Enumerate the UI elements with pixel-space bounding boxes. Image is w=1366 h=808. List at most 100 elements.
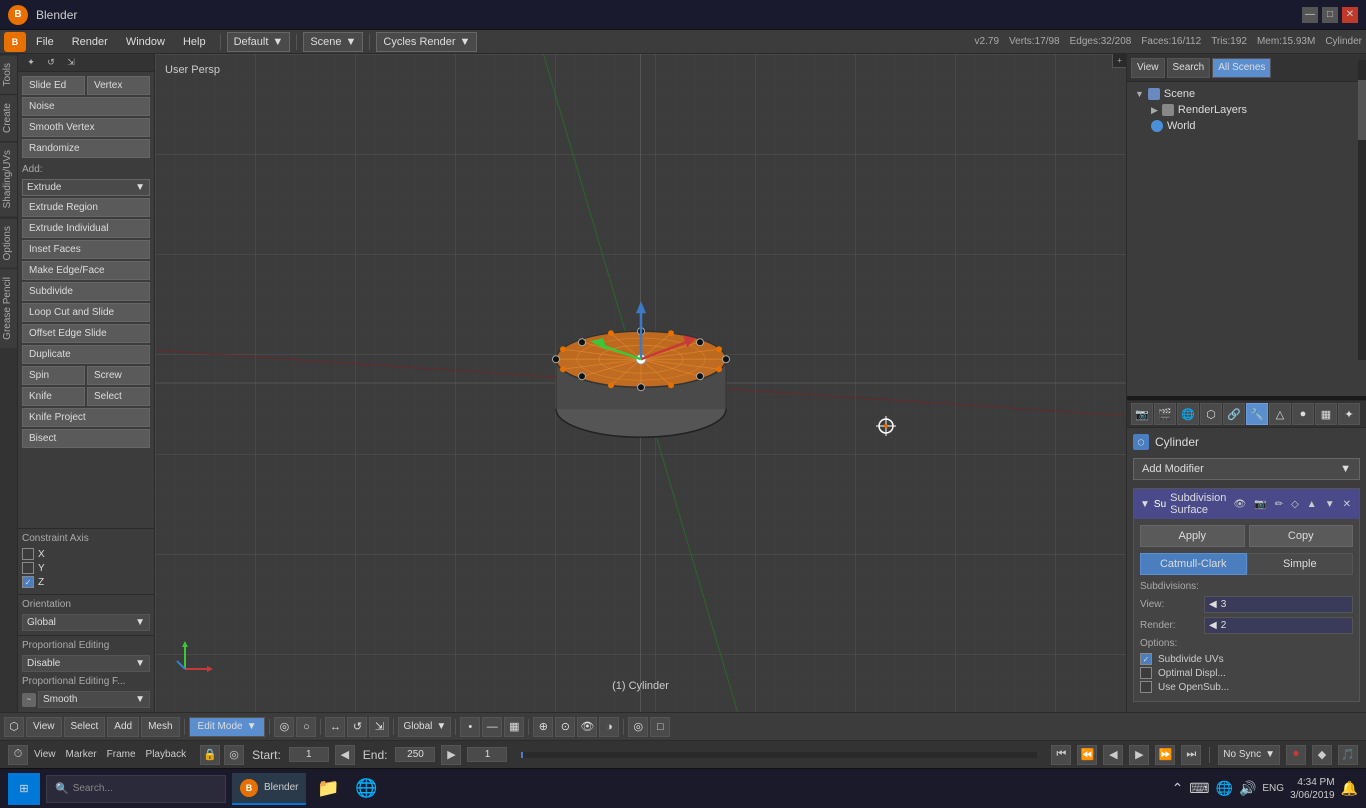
modifier-up-button[interactable]: ▲ bbox=[1305, 499, 1319, 510]
close-button[interactable]: ✕ bbox=[1342, 7, 1358, 23]
select-button-vp[interactable]: Select bbox=[64, 717, 106, 737]
modifier-delete-button[interactable]: ✕ bbox=[1341, 499, 1353, 510]
next-frame-icon[interactable]: ▶ bbox=[441, 745, 461, 765]
jump-end-icon[interactable]: ⏭ bbox=[1181, 745, 1201, 765]
view-button[interactable]: View bbox=[1131, 58, 1165, 78]
bisect-button[interactable]: Bisect bbox=[22, 429, 150, 448]
start-button[interactable]: ⊞ bbox=[8, 773, 40, 805]
noise-button[interactable]: Noise bbox=[22, 97, 150, 116]
catmull-clark-tab[interactable]: Catmull-Clark bbox=[1140, 553, 1247, 575]
subdivide-uvs-checkbox[interactable]: ✓ bbox=[1140, 653, 1152, 665]
frame-btn[interactable]: Frame bbox=[107, 749, 136, 760]
keyboard-icon[interactable]: ⌨ bbox=[1189, 780, 1209, 797]
mesh-button[interactable]: Mesh bbox=[141, 717, 179, 737]
pivot-icon[interactable]: ◎ bbox=[274, 717, 294, 737]
scene-item-world[interactable]: World bbox=[1131, 118, 1362, 134]
render-engine-dropdown[interactable]: Cycles Render ▼ bbox=[376, 32, 477, 52]
knife-project-button[interactable]: Knife Project bbox=[22, 408, 150, 427]
scene-item-render-layers[interactable]: ▶ RenderLayers bbox=[1131, 102, 1362, 118]
menu-window[interactable]: Window bbox=[118, 34, 173, 50]
taskbar-explorer[interactable]: 📁 bbox=[312, 773, 344, 805]
screw-button[interactable]: Screw bbox=[87, 366, 150, 385]
scale-icon[interactable]: ⇲ bbox=[62, 54, 80, 72]
play-reverse-icon[interactable]: ◀ bbox=[1103, 745, 1123, 765]
randomize-button[interactable]: Randomize bbox=[22, 139, 150, 158]
modifier-down-button[interactable]: ▼ bbox=[1323, 499, 1337, 510]
data-props-icon[interactable]: △ bbox=[1269, 403, 1291, 425]
snap-icon[interactable]: ⊕ bbox=[533, 717, 553, 737]
taskbar-search[interactable]: 🔍 Search... bbox=[46, 775, 226, 803]
play-icon[interactable]: ▶ bbox=[1129, 745, 1149, 765]
proportional2-icon[interactable]: ⊙ bbox=[555, 717, 575, 737]
vertex-button[interactable]: Vertex bbox=[87, 76, 150, 95]
simple-tab[interactable]: Simple bbox=[1247, 553, 1354, 575]
taskbar-blender[interactable]: B Blender bbox=[232, 773, 306, 805]
viewport[interactable]: User Persp bbox=[155, 54, 1126, 712]
transform-icon[interactable]: ↔ bbox=[325, 717, 345, 737]
keyframe-icon[interactable]: ◆ bbox=[1312, 745, 1332, 765]
render-field-value[interactable]: ◀ 2 bbox=[1204, 617, 1353, 634]
rotate-icon[interactable]: ↺ bbox=[42, 54, 60, 72]
sidebar-tab-shading[interactable]: Shading/UVs bbox=[0, 141, 17, 216]
scale-icon[interactable]: ⇲ bbox=[369, 717, 389, 737]
scrollbar-thumb[interactable] bbox=[1358, 80, 1366, 140]
next-keyframe-icon[interactable]: ⏩ bbox=[1155, 745, 1175, 765]
sidebar-tab-tools[interactable]: Tools bbox=[0, 54, 17, 94]
make-edge-face-button[interactable]: Make Edge/Face bbox=[22, 261, 150, 280]
proportional-icon[interactable]: ○ bbox=[296, 717, 316, 737]
xray-icon[interactable]: □ bbox=[650, 717, 670, 737]
particles-props-icon[interactable]: ✦ bbox=[1338, 403, 1360, 425]
constraint-props-icon[interactable]: 🔗 bbox=[1223, 403, 1245, 425]
marker-btn[interactable]: Marker bbox=[66, 749, 97, 760]
use-opensub-checkbox[interactable] bbox=[1140, 681, 1152, 693]
audio-icon[interactable]: 🎵 bbox=[1338, 745, 1358, 765]
all-scenes-button[interactable]: All Scenes bbox=[1212, 58, 1271, 78]
scene-props-icon[interactable]: 🎬 bbox=[1154, 403, 1176, 425]
anim-icon[interactable]: ◎ bbox=[224, 745, 244, 765]
scene-item-scene[interactable]: ▼ Scene bbox=[1131, 86, 1362, 102]
record-icon[interactable]: ⏺ bbox=[1286, 745, 1306, 765]
timeline-icon[interactable]: ⏱ bbox=[8, 745, 28, 765]
view-button[interactable]: View bbox=[26, 717, 62, 737]
menu-help[interactable]: Help bbox=[175, 34, 214, 50]
translate-icon[interactable]: ✦ bbox=[22, 54, 40, 72]
timeline-track[interactable] bbox=[521, 752, 1037, 758]
taskbar-chrome[interactable]: 🌐 bbox=[350, 773, 382, 805]
minimize-button[interactable]: — bbox=[1302, 7, 1318, 23]
render-props-icon[interactable]: 📷 bbox=[1131, 403, 1153, 425]
apply-button[interactable]: Apply bbox=[1140, 525, 1245, 547]
current-frame-input[interactable] bbox=[467, 747, 507, 762]
knife-button[interactable]: Knife bbox=[22, 387, 85, 406]
optimal-display-checkbox[interactable] bbox=[1140, 667, 1152, 679]
prev-keyframe-icon[interactable]: ⏪ bbox=[1077, 745, 1097, 765]
slide-edge-button[interactable]: Slide Ed bbox=[22, 76, 85, 95]
texture-props-icon[interactable]: ▦ bbox=[1315, 403, 1337, 425]
layout-dropdown[interactable]: Default ▼ bbox=[227, 32, 291, 52]
copy-button[interactable]: Copy bbox=[1249, 525, 1354, 547]
loop-cut-slide-button[interactable]: Loop Cut and Slide bbox=[22, 303, 150, 322]
view-field-value[interactable]: ◀ 3 bbox=[1204, 596, 1353, 613]
viewport-resize-corner[interactable]: + bbox=[1112, 54, 1126, 68]
offset-edge-slide-button[interactable]: Offset Edge Slide bbox=[22, 324, 150, 343]
modifier-eye-button[interactable]: 👁 bbox=[1232, 499, 1249, 510]
add-modifier-button[interactable]: Add Modifier ▼ bbox=[1133, 458, 1360, 480]
disable-select[interactable]: Disable ▼ bbox=[22, 655, 150, 672]
modifier-render-button[interactable]: 📷 bbox=[1252, 499, 1268, 510]
end-frame-input[interactable] bbox=[395, 747, 435, 762]
playback-btn[interactable]: Playback bbox=[146, 749, 187, 760]
object-props-icon[interactable]: ⬡ bbox=[1200, 403, 1222, 425]
extrude-individual-button[interactable]: Extrude Individual bbox=[22, 219, 150, 238]
extrude-region-button[interactable]: Extrude Region bbox=[22, 198, 150, 217]
vp-scene-icon[interactable]: ⬡ bbox=[4, 717, 24, 737]
prev-frame-icon[interactable]: ◀ bbox=[335, 745, 355, 765]
sidebar-tab-options[interactable]: Options bbox=[0, 217, 17, 268]
duplicate-button[interactable]: Duplicate bbox=[22, 345, 150, 364]
sidebar-tab-grease[interactable]: Grease Pencil bbox=[0, 268, 17, 348]
jump-start-icon[interactable]: ⏮ bbox=[1051, 745, 1071, 765]
spin-button[interactable]: Spin bbox=[22, 366, 85, 385]
global-select[interactable]: Global ▼ bbox=[22, 614, 150, 631]
axis-x-checkbox[interactable] bbox=[22, 548, 34, 560]
world-props-icon[interactable]: 🌐 bbox=[1177, 403, 1199, 425]
lock-icon[interactable]: 🔒 bbox=[200, 745, 220, 765]
rotate-icon[interactable]: ↺ bbox=[347, 717, 367, 737]
